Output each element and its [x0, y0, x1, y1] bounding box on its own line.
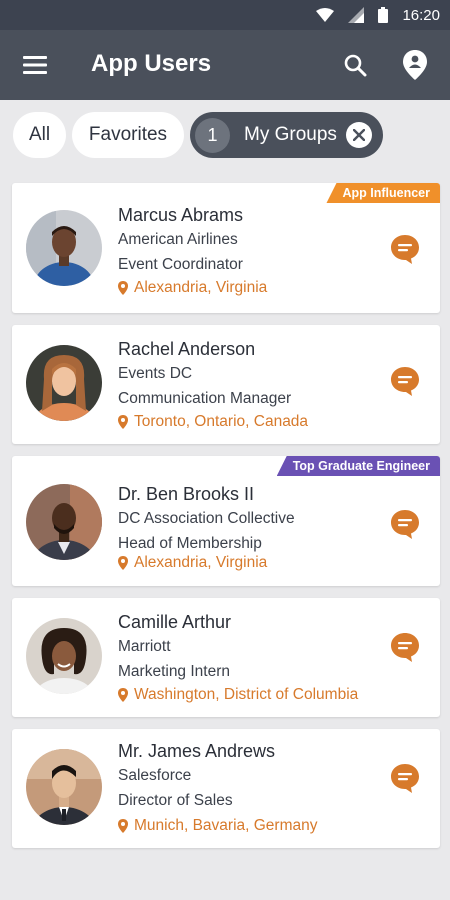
map-pin-icon	[118, 415, 128, 429]
user-card[interactable]: Top Graduate Engineer Dr. Ben Brooks II …	[12, 456, 440, 586]
wifi-icon	[316, 8, 335, 22]
user-card[interactable]: Mr. James Andrews Salesforce Director of…	[12, 729, 440, 848]
map-pin-icon	[118, 819, 128, 833]
filter-all-chip[interactable]: All	[13, 112, 66, 158]
avatar	[26, 618, 102, 694]
user-company: American Airlines	[118, 231, 238, 248]
clear-filter-button[interactable]	[346, 122, 372, 148]
user-title: Director of Sales	[118, 792, 233, 809]
user-company: Events DC	[118, 365, 193, 382]
location-person-icon	[403, 50, 427, 80]
nearby-users-button[interactable]	[400, 48, 430, 82]
user-card[interactable]: App Influencer Marcus Abrams American Ai…	[12, 183, 440, 313]
user-badge: App Influencer	[326, 183, 440, 203]
user-location-text: Alexandria, Virginia	[134, 279, 268, 296]
search-icon	[344, 54, 367, 77]
avatar	[26, 210, 102, 286]
user-name: Camille Arthur	[118, 612, 232, 632]
page-title: App Users	[91, 50, 212, 77]
search-button[interactable]	[340, 50, 370, 80]
user-name: Rachel Anderson	[118, 339, 256, 359]
user-company: DC Association Collective	[118, 510, 295, 527]
user-location-text: Washington, District of Columbia	[134, 686, 359, 703]
user-location: Toronto, Ontario, Canada	[118, 413, 308, 431]
user-name: Dr. Ben Brooks II	[118, 484, 255, 504]
menu-button[interactable]	[20, 52, 50, 78]
map-pin-icon	[118, 556, 128, 570]
user-location-text: Munich, Bavaria, Germany	[134, 817, 318, 834]
user-location: Washington, District of Columbia	[118, 686, 358, 704]
user-location: Alexandria, Virginia	[118, 554, 267, 572]
avatar	[26, 749, 102, 825]
user-location: Munich, Bavaria, Germany	[118, 817, 318, 835]
user-title: Communication Manager	[118, 390, 292, 407]
my-groups-label: My Groups	[244, 124, 337, 145]
user-location: Alexandria, Virginia	[118, 279, 267, 297]
avatar	[26, 484, 102, 560]
user-card[interactable]: Rachel Anderson Events DC Communication …	[12, 325, 440, 444]
app-bar: App Users	[0, 30, 450, 100]
message-button[interactable]	[389, 233, 421, 265]
user-company: Salesforce	[118, 767, 192, 784]
message-button[interactable]	[389, 762, 421, 794]
chat-bubble-icon	[391, 510, 419, 539]
message-button[interactable]	[389, 508, 421, 540]
map-pin-icon	[118, 281, 128, 295]
chat-bubble-icon	[391, 367, 419, 396]
close-icon	[353, 129, 365, 141]
user-name: Mr. James Andrews	[118, 741, 276, 761]
user-location-text: Alexandria, Virginia	[134, 554, 268, 571]
message-button[interactable]	[389, 631, 421, 663]
hamburger-icon	[23, 56, 47, 74]
chat-bubble-icon	[391, 235, 419, 264]
filter-bar: All Favorites 1 My Groups	[0, 100, 450, 172]
filter-my-groups-chip[interactable]: 1 My Groups	[190, 112, 383, 158]
chat-bubble-icon	[391, 764, 419, 793]
avatar	[26, 345, 102, 421]
user-badge: Top Graduate Engineer	[276, 456, 440, 476]
user-card[interactable]: Camille Arthur Marriott Marketing Intern…	[12, 598, 440, 717]
battery-icon	[378, 7, 389, 23]
status-bar: 16:20	[0, 0, 450, 30]
user-title: Head of Membership	[118, 535, 262, 552]
user-title: Marketing Intern	[118, 663, 230, 680]
chat-bubble-icon	[391, 633, 419, 662]
user-name: Marcus Abrams	[118, 205, 244, 225]
group-count-badge: 1	[195, 117, 230, 153]
filter-favorites-chip[interactable]: Favorites	[72, 112, 184, 158]
user-location-text: Toronto, Ontario, Canada	[134, 413, 309, 430]
map-pin-icon	[118, 688, 128, 702]
clock: 16:20	[402, 6, 440, 24]
message-button[interactable]	[389, 365, 421, 397]
user-title: Event Coordinator	[118, 256, 243, 273]
cell-signal-icon	[348, 7, 365, 23]
user-company: Marriott	[118, 638, 171, 655]
